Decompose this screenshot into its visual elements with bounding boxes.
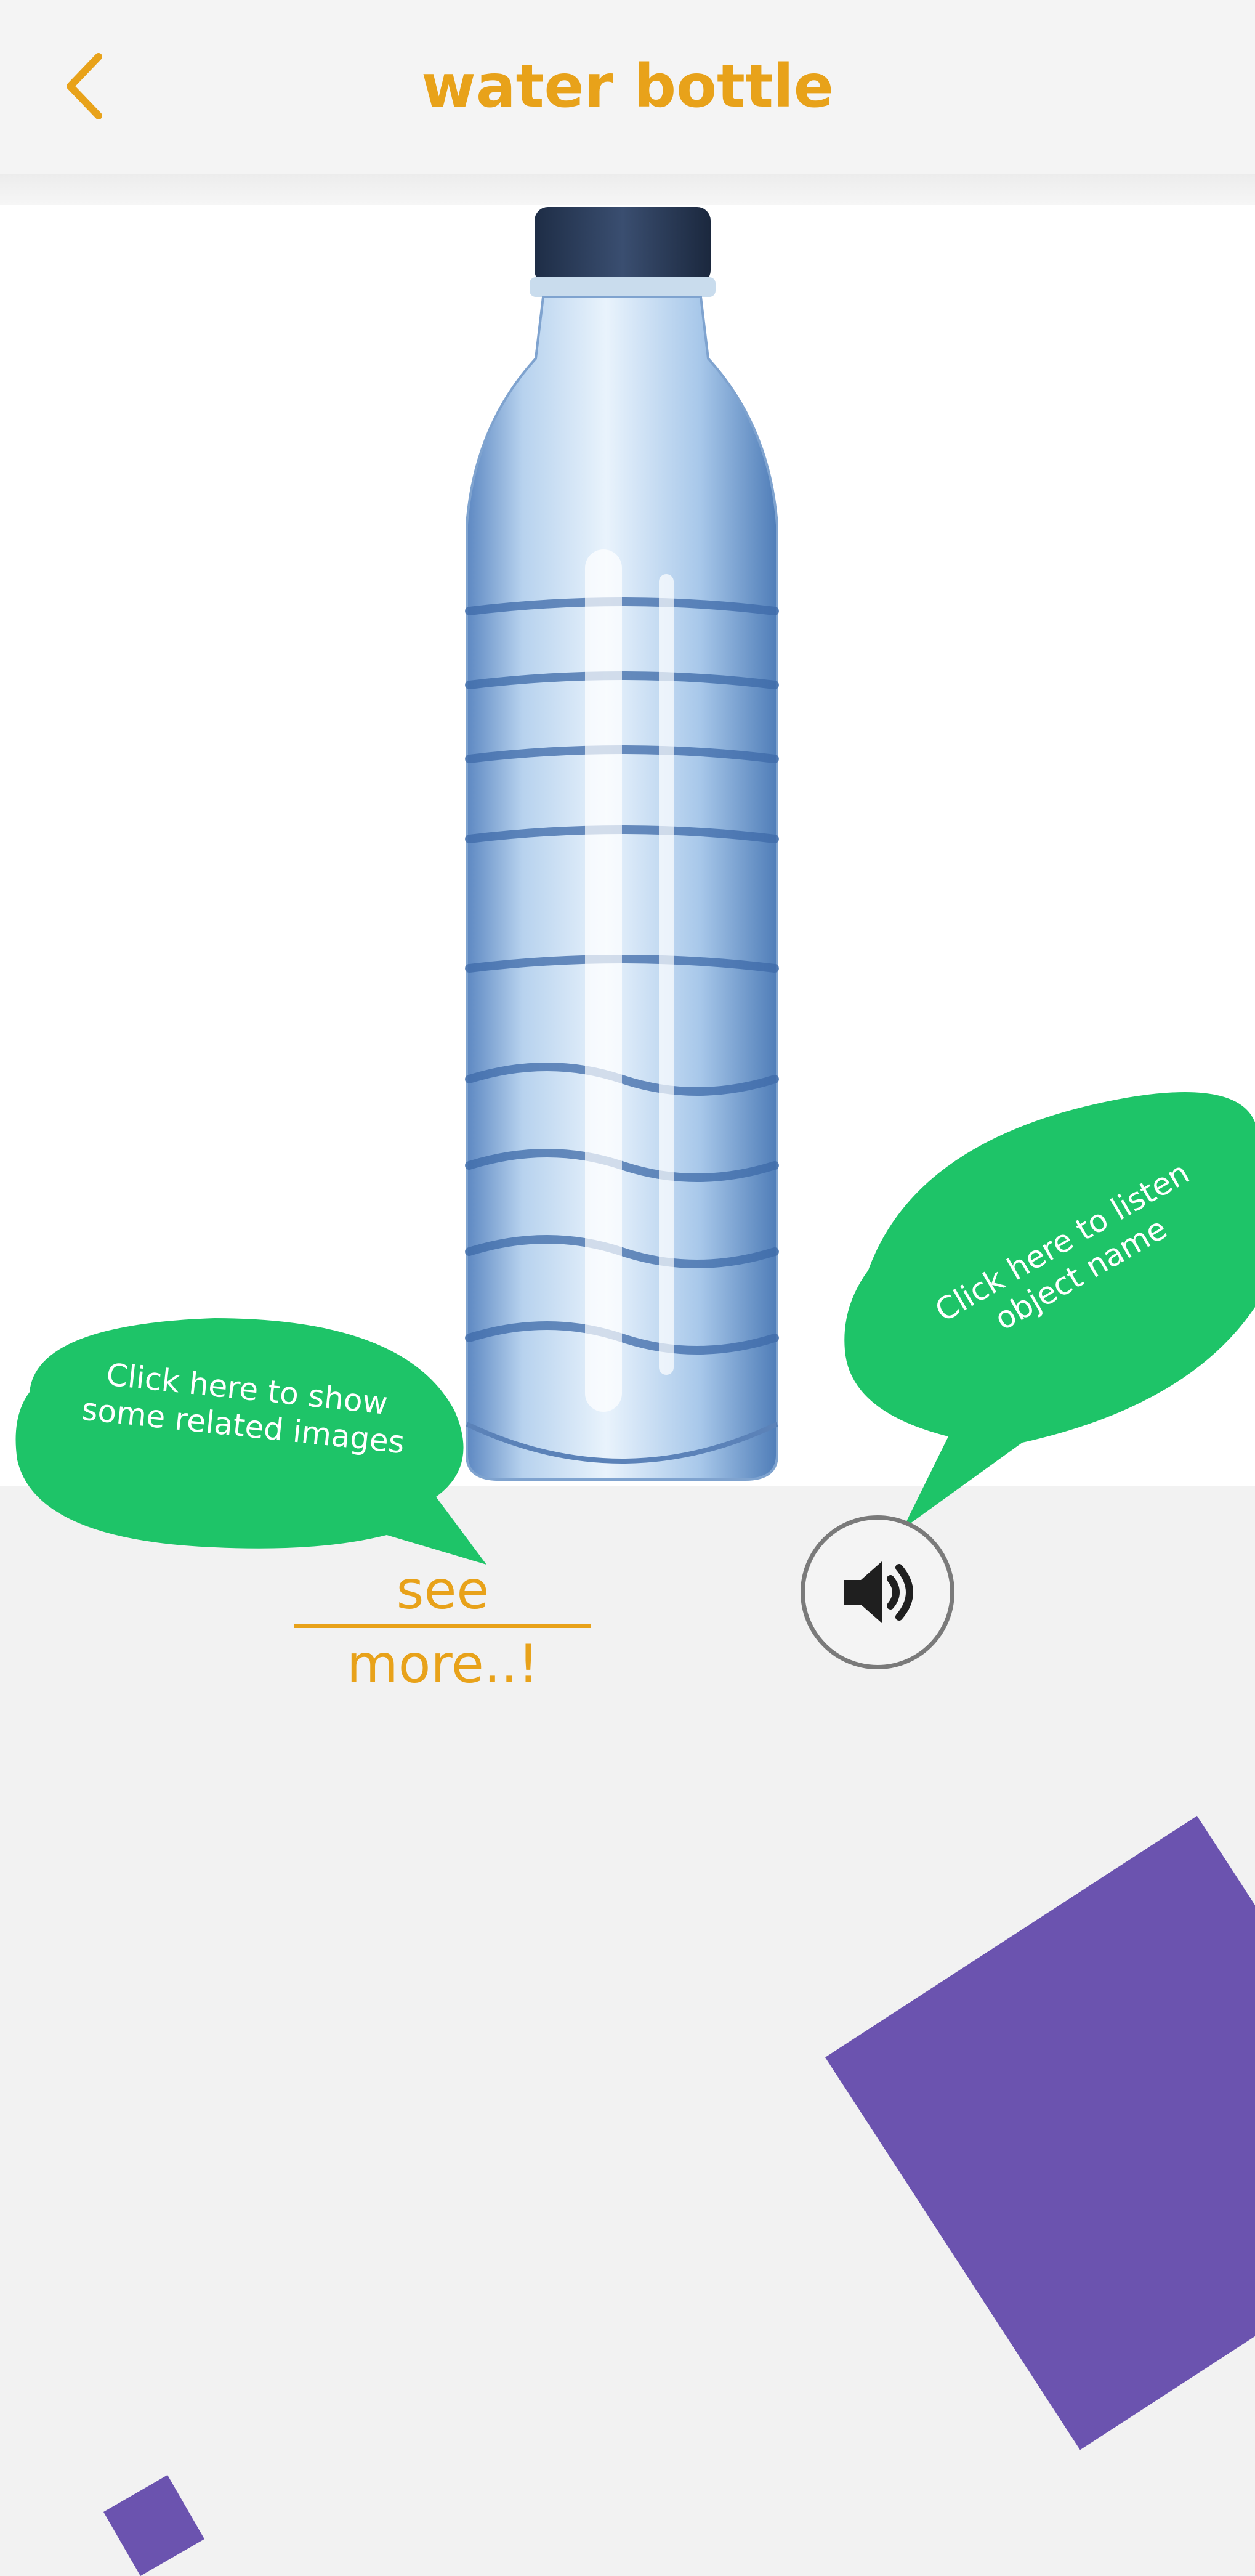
header-shadow <box>0 174 1255 205</box>
decorative-purple-shape <box>825 1815 1255 2450</box>
see-more-underline <box>294 1624 591 1628</box>
play-sound-button[interactable] <box>801 1515 954 1669</box>
listen-hint-bubble: Click here to listen object name <box>844 1085 1255 1529</box>
page-title: water bottle <box>421 52 834 121</box>
decorative-purple-shape-small <box>103 2475 204 2576</box>
related-images-hint-bubble: Click here to show some related images <box>11 1294 491 1571</box>
see-more-link[interactable]: see more..! <box>294 1553 591 1695</box>
speaker-volume-icon <box>844 1561 913 1623</box>
